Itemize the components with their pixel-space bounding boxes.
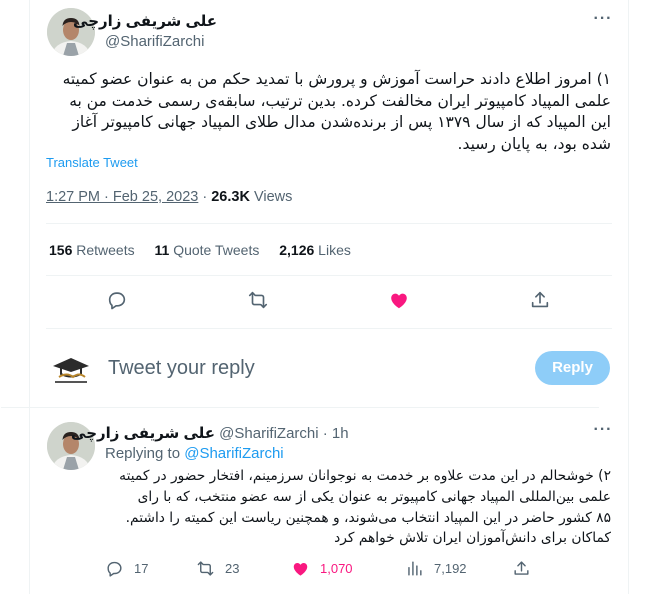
reply-action-replies[interactable]: 17 (105, 559, 148, 578)
logo-icon (47, 346, 95, 394)
reply-text-line: علمی بین‌المللی المپیاد جهانی کامپیوتر ب… (137, 488, 611, 505)
likes-count: 1,070 (320, 561, 353, 576)
handle[interactable]: @SharifiZarchi (219, 425, 318, 442)
share-icon (514, 561, 529, 575)
share-icon[interactable] (529, 289, 551, 311)
tweet-timestamp[interactable]: 1:27 PM · Feb 25, 2023 (46, 189, 198, 205)
like-icon-filled (293, 562, 308, 576)
like-icon-filled[interactable] (388, 289, 410, 311)
more-icon[interactable]: ··· (591, 422, 615, 443)
reply-icon[interactable] (106, 289, 128, 311)
composer-avatar[interactable] (47, 346, 95, 394)
retweets-count: 156 (49, 242, 73, 258)
views-label: Views (253, 189, 293, 205)
divider (1, 407, 599, 408)
tweet-text-line: ۱) امروز اطلاع دادند حراست آموزش و پرورش… (62, 70, 611, 88)
tweet-age[interactable]: · 1h (323, 425, 349, 442)
handle[interactable]: @SharifiZarchi (105, 33, 204, 50)
views-count: 7,192 (434, 561, 467, 576)
quotes-stat[interactable]: 11 Quote Tweets (155, 242, 260, 258)
divider (46, 223, 612, 224)
reply-header: علی شریفی زارچی @SharifiZarchi · 1h (71, 424, 349, 442)
divider (46, 328, 612, 329)
display-name[interactable]: علی شریفی زارچی (73, 12, 217, 30)
reply-text-line: کماکان برای دانش‌آموزان ایران تلاش خواهم… (334, 530, 611, 547)
reply-action-share[interactable] (512, 559, 531, 583)
tweet-text: ۱) امروز اطلاع دادند حراست آموزش و پرورش… (45, 69, 611, 155)
reply-action-retweets[interactable]: 23 (196, 559, 239, 578)
reply-icon (107, 561, 122, 577)
quotes-count: 11 (154, 242, 170, 258)
replying-to-handle[interactable]: @SharifiZarchi (184, 445, 283, 462)
retweets-count: 23 (225, 561, 240, 576)
reply-text-line: ۲) خوشحالم در این مدت علاوه بر خدمت به ن… (119, 468, 611, 484)
reply-button[interactable]: Reply (535, 351, 610, 385)
retweets-label: Retweets (76, 242, 135, 258)
tweet-meta: 1:27 PM · Feb 25, 2023 · 26.3K Views (46, 189, 292, 205)
retweet-icon (197, 561, 214, 576)
retweet-icon[interactable] (247, 289, 269, 311)
replying-to: Replying to @SharifiZarchi (105, 445, 284, 462)
separator-dot: · (202, 189, 212, 205)
retweets-stat[interactable]: 156 Retweets (49, 242, 135, 258)
tweet-text-line: این المپیاد که از سال ۱۳۷۹ پس از برنده‌ش… (72, 113, 611, 131)
display-name[interactable]: علی شریفی زارچی (71, 424, 215, 442)
reply-action-likes[interactable]: 1,070 (291, 559, 353, 578)
more-icon[interactable]: ··· (591, 11, 615, 32)
views-count: 26.3K (211, 189, 250, 205)
likes-label: Likes (318, 242, 351, 258)
reply-text: ۲) خوشحالم در این مدت علاوه بر خدمت به ن… (105, 466, 611, 549)
likes-stat[interactable]: 2,126 Likes (279, 242, 351, 258)
reply-action-views[interactable]: 7,192 (405, 559, 467, 578)
divider (46, 275, 612, 276)
reply-text-line: ۸۵ کشور حاضر در این المپیاد انتخاب می‌شو… (125, 509, 611, 526)
likes-count: 2,126 (279, 242, 315, 258)
replying-to-label: Replying to (105, 445, 181, 462)
tweet-text-line: شده بود، به پایان رسید. (457, 134, 611, 153)
tweet-text-line: علمی المپیاد کامپیوتر ایران مخالفت کرده.… (69, 91, 611, 110)
replies-count: 17 (134, 561, 149, 576)
quotes-label: Quote Tweets (173, 242, 260, 258)
tweet-stats: 156 Retweets 11 Quote Tweets 2,126 Likes (49, 242, 351, 258)
translate-tweet-link[interactable]: Translate Tweet (46, 155, 138, 170)
views-icon (408, 561, 422, 576)
reply-input[interactable]: Tweet your reply (108, 357, 408, 380)
